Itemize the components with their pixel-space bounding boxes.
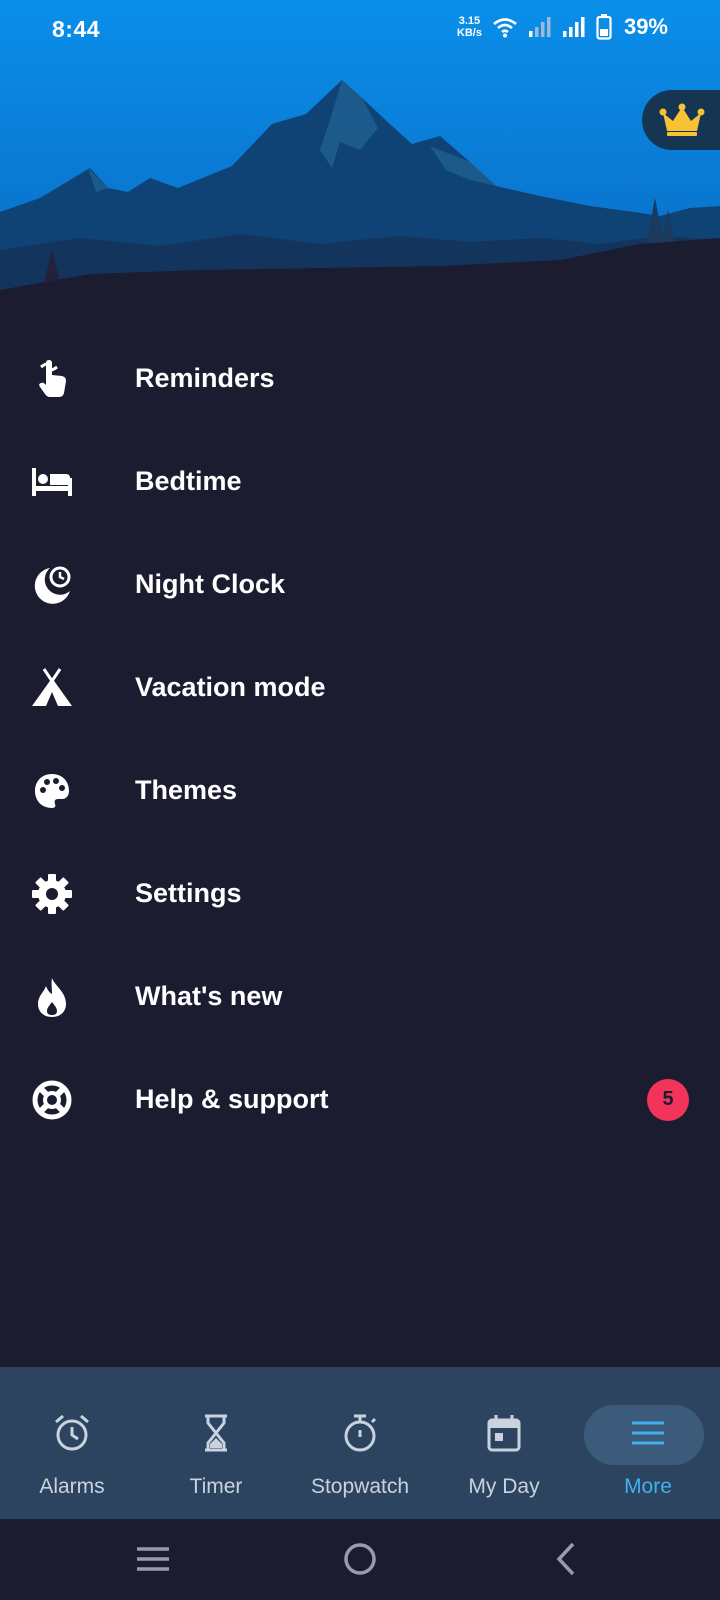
tab-my-day[interactable]: My Day xyxy=(432,1367,576,1519)
menu-item-bedtime[interactable]: Bedtime xyxy=(0,430,720,533)
home-button[interactable] xyxy=(338,1537,382,1581)
stopwatch-icon xyxy=(338,1411,382,1455)
status-bar: 8:44 3.15 KB/s 39% xyxy=(0,0,720,62)
menu-item-vacation-mode[interactable]: Vacation mode xyxy=(0,636,720,739)
more-menu-list: Reminders Bedtime Night Clock Vacation m… xyxy=(0,327,720,1151)
tent-icon xyxy=(30,666,74,710)
tab-more[interactable]: More xyxy=(576,1367,720,1519)
battery-percent: 39% xyxy=(623,14,668,39)
back-chevron-icon xyxy=(556,1542,575,1576)
network-speed: 3.15 KB/s xyxy=(457,15,482,39)
recents-button[interactable] xyxy=(131,1537,175,1581)
signal-icon-sim1 xyxy=(528,17,551,37)
moon-clock-icon xyxy=(30,563,74,607)
bottom-navigation-bar: Alarms Timer Stopwatch My Day More xyxy=(0,1367,720,1519)
tab-timer[interactable]: Timer xyxy=(144,1367,288,1519)
menu-item-label: Settings xyxy=(135,878,242,908)
menu-item-label: Reminders xyxy=(135,363,275,393)
network-speed-unit: KB/s xyxy=(456,27,482,39)
menu-item-label: Help & support xyxy=(135,1084,329,1114)
system-navigation-bar xyxy=(0,1519,720,1600)
menu-item-themes[interactable]: Themes xyxy=(0,739,720,842)
tab-label: More xyxy=(624,1475,672,1498)
menu-item-night-clock[interactable]: Night Clock xyxy=(0,533,720,636)
menu-item-reminders[interactable]: Reminders xyxy=(0,327,720,430)
wifi-icon xyxy=(493,18,517,38)
crown-icon xyxy=(659,103,705,136)
back-button[interactable] xyxy=(544,1537,588,1581)
home-circle-icon xyxy=(344,1543,376,1575)
hamburger-icon xyxy=(626,1411,670,1455)
network-speed-value: 3.15 xyxy=(458,15,481,27)
gear-icon xyxy=(30,872,74,916)
tab-alarms[interactable]: Alarms xyxy=(0,1367,144,1519)
menu-item-label: Night Clock xyxy=(135,569,286,599)
tab-label: Stopwatch xyxy=(310,1475,410,1498)
battery-icon xyxy=(596,14,612,40)
lifebuoy-icon xyxy=(30,1078,74,1122)
status-icons: 3.15 KB/s 39% xyxy=(457,14,668,40)
calendar-icon xyxy=(482,1411,526,1455)
status-time: 8:44 xyxy=(52,16,101,42)
tab-label: Alarms xyxy=(39,1475,105,1498)
tab-label: Timer xyxy=(189,1475,243,1498)
hourglass-icon xyxy=(194,1411,238,1455)
notification-count-badge: 5 xyxy=(647,1078,689,1121)
flame-icon xyxy=(30,975,74,1019)
menu-item-label: What's new xyxy=(135,981,283,1011)
menu-item-whats-new[interactable]: What's new xyxy=(0,945,720,1048)
menu-lines-icon xyxy=(137,1547,169,1571)
tab-label: My Day xyxy=(468,1475,540,1498)
signal-icon-sim2 xyxy=(562,17,585,37)
tab-stopwatch[interactable]: Stopwatch xyxy=(288,1367,432,1519)
alarm-clock-icon xyxy=(50,1411,94,1455)
palette-icon xyxy=(30,769,74,813)
menu-item-label: Vacation mode xyxy=(135,672,326,702)
menu-item-label: Themes xyxy=(135,775,238,805)
menu-item-help-support[interactable]: Help & support 5 xyxy=(0,1048,720,1151)
bed-icon xyxy=(30,460,74,504)
menu-item-label: Bedtime xyxy=(135,466,242,496)
hand-string-icon xyxy=(30,357,74,401)
premium-crown-button[interactable] xyxy=(642,90,720,150)
header-illustration: 8:44 3.15 KB/s 39% xyxy=(0,0,720,300)
menu-item-settings[interactable]: Settings xyxy=(0,842,720,945)
